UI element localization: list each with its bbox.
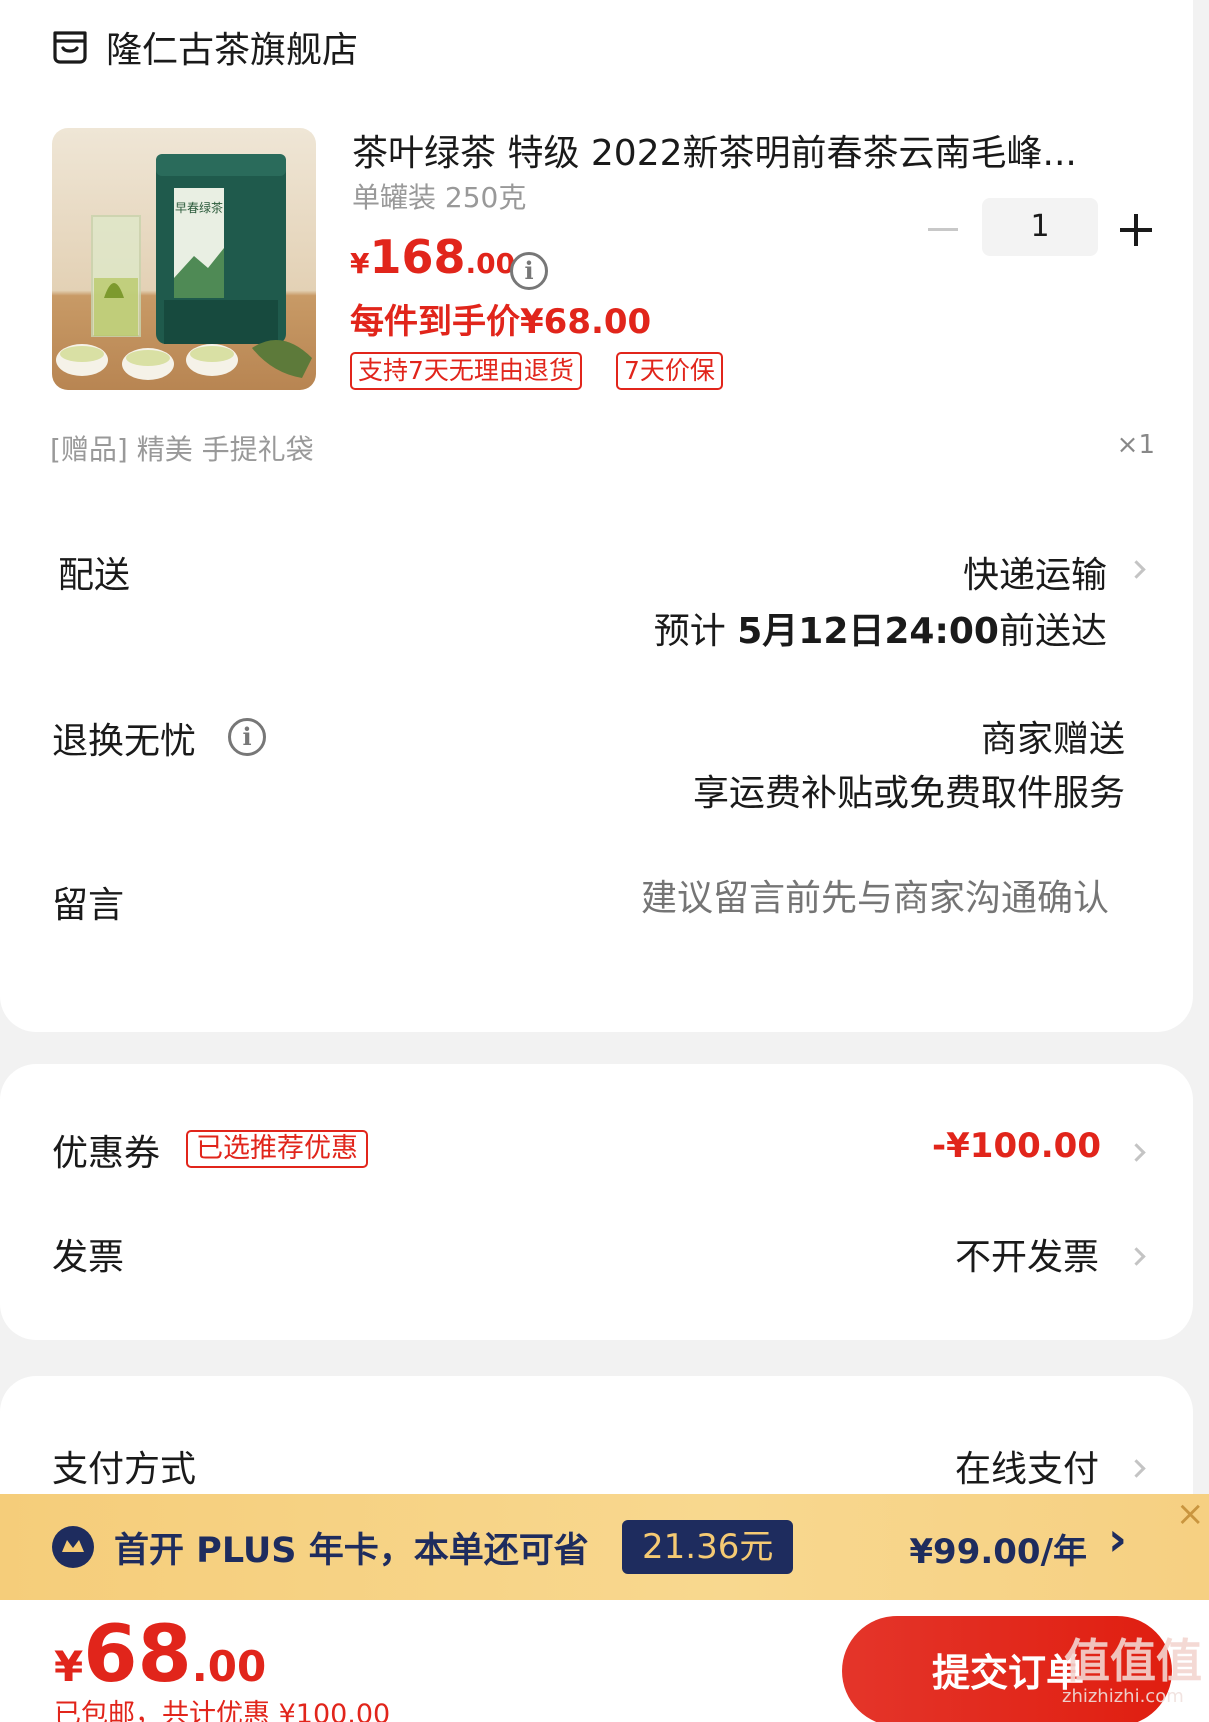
total-sub: 已包邮，共计优惠 ¥100.00 [54,1699,391,1722]
price-integer: 168 [369,230,466,284]
delivery-label: 配送 [58,555,131,596]
invoice-label: 发票 [52,1237,125,1278]
returns-info-icon[interactable]: i [228,718,266,756]
can-label: 早春绿茶 [175,200,223,215]
total-decimal: .00 [191,1642,267,1691]
product-price: ¥168.00 [350,230,515,284]
discount-card: 优惠券 已选推荐优惠 -¥100.00 发票 不开发票 [0,1064,1193,1340]
plus-text: 首开 PLUS 年卡，本单还可省 [114,1531,589,1571]
product-image[interactable]: 早春绿茶 [52,128,316,390]
quantity-input[interactable]: 1 [982,198,1098,256]
eta-date: 5月12日24:00 [737,611,999,652]
store-icon [52,29,88,65]
coupon-value[interactable]: -¥100.00 [932,1126,1101,1166]
plus-close-icon[interactable]: × [1176,1494,1205,1534]
price-protect-tag: 7天价保 [616,352,723,390]
quantity-decrease-button[interactable] [928,228,958,231]
price-symbol: ¥ [350,247,370,280]
plus-logo-icon [52,1526,94,1568]
message-input[interactable] [489,870,1109,926]
coupon-label: 优惠券 [52,1133,161,1174]
returns-line2: 享运费补贴或免费取件服务 [692,773,1125,814]
price-info-icon[interactable]: i [510,252,548,290]
returns-label: 退换无忧 [52,721,197,762]
quantity-increase-button[interactable] [1120,214,1152,246]
watermark-big: 值值值 [1064,1634,1202,1688]
delivery-chevron-icon[interactable] [1127,560,1146,579]
tea-product-photo: 早春绿茶 [56,154,312,380]
store-name: 隆仁古茶旗舰店 [106,30,359,71]
plus-banner[interactable]: 首开 PLUS 年卡，本单还可省 21.36元 ¥99.00/年 › × [0,1494,1209,1600]
watermark: 值值值 zhizhizhi.com [1062,1634,1202,1707]
delivery-eta: 预计 5月12日24:00前送达 [654,602,1107,654]
gift-count: ×1 [1116,430,1155,460]
plus-price: ¥99.00/年 [909,1532,1087,1572]
price-decimal: .00 [465,247,516,280]
invoice-value[interactable]: 不开发票 [955,1228,1099,1280]
final-unit-price: 每件到手价¥68.00 [350,302,652,342]
delivery-method[interactable]: 快递运输 [963,546,1107,598]
coupon-badge: 已选推荐优惠 [186,1130,368,1169]
returns-line1: 商家赠送 [980,719,1125,760]
return-policy-tag: 支持7天无理由退货 [350,352,582,390]
payment-chevron-icon[interactable] [1127,1459,1146,1478]
message-label: 留言 [52,885,125,926]
product-title[interactable]: 茶叶绿茶 特级 2022新茶明前春茶云南毛峰... [352,124,1132,176]
watermark-url: zhizhizhi.com [1062,1686,1184,1707]
payment-value[interactable]: 在线支付 [955,1440,1099,1492]
gift-label: [赠品] 精美 手提礼袋 [50,433,314,466]
total-price: ¥68.00 [54,1610,266,1700]
coupon-chevron-icon[interactable] [1127,1143,1146,1162]
plus-arrow-icon[interactable]: › [1108,1512,1127,1566]
invoice-chevron-icon[interactable] [1127,1247,1146,1266]
total-symbol: ¥ [54,1642,84,1691]
plus-saving: 21.36元 [622,1520,794,1574]
product-spec[interactable]: 单罐装 250克 [352,176,526,216]
eta-suffix: 前送达 [998,611,1107,652]
total-integer: 68 [83,1610,192,1700]
payment-label: 支付方式 [52,1449,197,1490]
order-card: 隆仁古茶旗舰店 早春绿茶 茶叶绿茶 特级 2022新茶明前春茶云南毛峰... 单… [0,0,1193,1032]
store-header[interactable]: 隆仁古茶旗舰店 [52,22,358,72]
eta-prefix: 预计 [653,611,726,652]
bottom-bar: ¥68.00 已包邮，共计优惠 ¥100.00 提交订单 值值值 zhizhiz… [0,1600,1209,1722]
